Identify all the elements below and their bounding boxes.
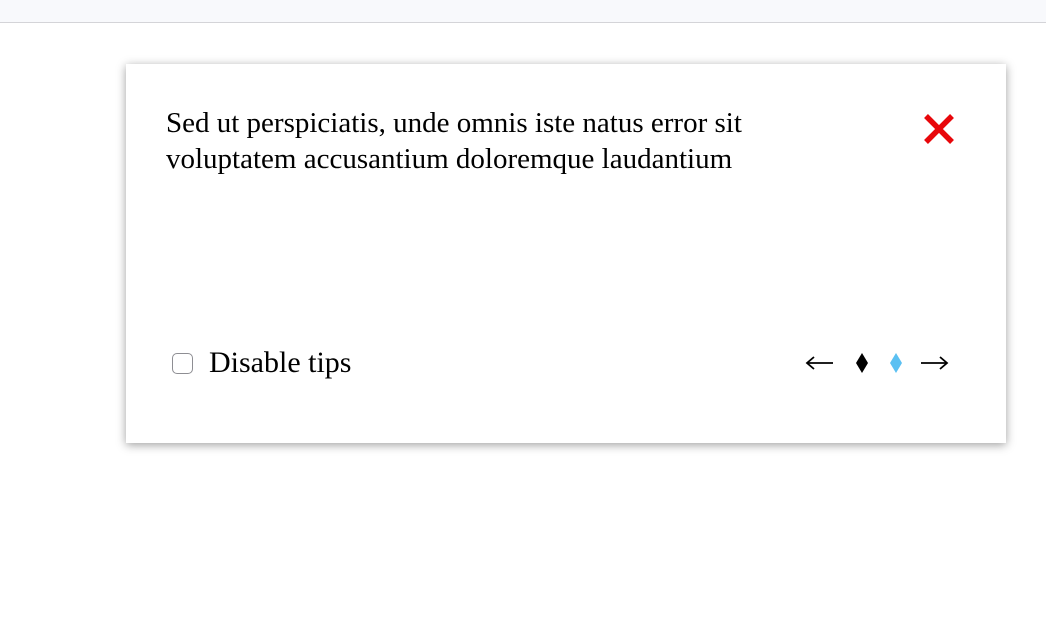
disable-tips-label[interactable]: Disable tips bbox=[209, 346, 352, 380]
tip-text: Sed ut perspiciatis, unde omnis iste nat… bbox=[166, 107, 742, 175]
arrow-left-icon bbox=[805, 356, 833, 370]
next-tip-button[interactable] bbox=[918, 351, 950, 375]
tip-dot-2[interactable] bbox=[889, 352, 903, 374]
close-button[interactable] bbox=[921, 111, 957, 147]
tip-pager bbox=[804, 346, 950, 380]
tip-dialog: Sed ut perspiciatis, unde omnis iste nat… bbox=[126, 64, 1006, 443]
arrow-right-icon bbox=[921, 356, 949, 370]
close-icon bbox=[924, 114, 954, 144]
previous-tip-button[interactable] bbox=[804, 351, 836, 375]
browser-top-bar bbox=[0, 0, 1046, 23]
tip-dot-1[interactable] bbox=[855, 352, 869, 374]
diamond-icon bbox=[890, 353, 902, 373]
disable-tips-option: Disable tips bbox=[172, 346, 352, 380]
disable-tips-checkbox[interactable] bbox=[172, 352, 193, 374]
diamond-icon bbox=[856, 353, 868, 373]
